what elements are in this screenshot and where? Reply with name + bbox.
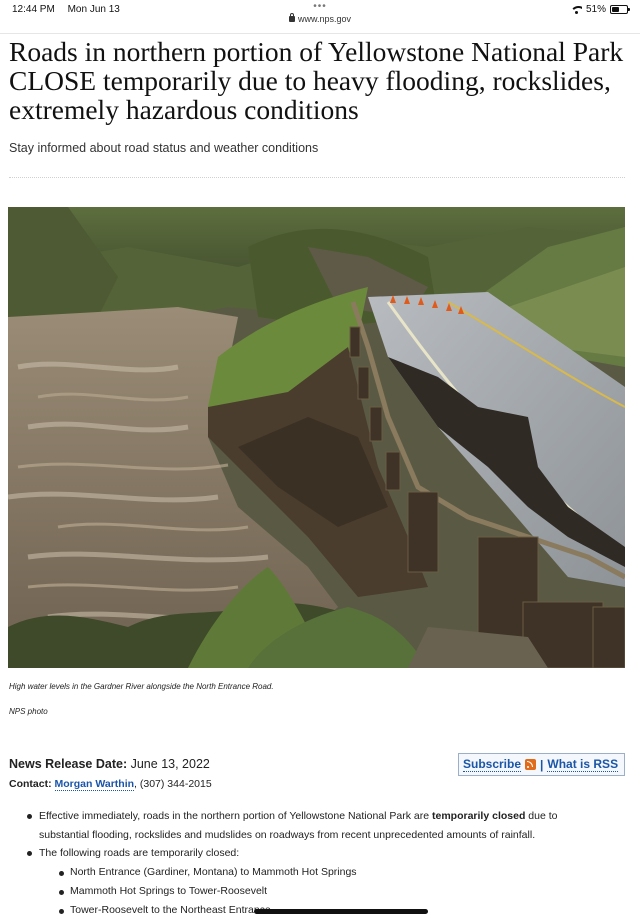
bullet-dot [59, 871, 64, 876]
bullet-dot [27, 851, 32, 856]
status-bar: 12:44 PM Mon Jun 13 ••• www.nps.gov 51% [0, 0, 640, 28]
release-date-value: June 13, 2022 [130, 757, 210, 771]
subscribe-separator: | [540, 757, 544, 772]
photo-caption: High water levels in the Gardner River a… [9, 682, 274, 691]
rss-icon[interactable] [525, 759, 537, 770]
contact-name-link[interactable]: Morgan Warthin [54, 778, 135, 791]
bullet-closure-bold: temporarily closed [432, 810, 526, 822]
subscribe-link[interactable]: Subscribe [463, 757, 522, 772]
photo-credit: NPS photo [9, 707, 48, 716]
page-title: Roads in northern portion of Yellowstone… [9, 36, 624, 125]
road-item: North Entrance (Gardiner, Montana) to Ma… [70, 866, 357, 878]
release-date: News Release Date: June 13, 2022 [9, 757, 210, 771]
bullet-roads-closed: The following roads are temporarily clos… [39, 847, 240, 859]
battery-percent: 51% [585, 4, 606, 15]
page-subtitle: Stay informed about road status and weat… [9, 141, 319, 155]
wifi-icon [570, 5, 582, 14]
bullet-closure-notice: Effective immediately, roads in the nort… [39, 807, 609, 844]
lock-icon [288, 13, 295, 22]
flood-photo-image [8, 207, 625, 668]
release-date-label: News Release Date: [9, 757, 128, 771]
url-text: www.nps.gov [297, 14, 352, 24]
bullet-dot [59, 890, 64, 895]
url-bar[interactable]: www.nps.gov [0, 13, 640, 24]
battery-fill [612, 7, 620, 12]
flood-photo [8, 207, 625, 668]
subscribe-box: Subscribe | What is RSS [458, 753, 625, 776]
battery-icon [610, 5, 630, 14]
top-divider [0, 33, 640, 34]
bullet-dot [27, 814, 32, 819]
home-indicator[interactable] [254, 909, 428, 914]
status-right: 51% [570, 4, 630, 15]
bullet-dot [59, 909, 64, 914]
road-item: Tower-Roosevelt to the Northeast Entranc… [70, 904, 271, 916]
what-is-rss-link[interactable]: What is RSS [547, 757, 619, 772]
road-item: Mammoth Hot Springs to Tower-Roosevelt [70, 885, 268, 897]
contact-phone: , (307) 344-2015 [134, 778, 212, 790]
contact-label: Contact: [9, 778, 52, 790]
title-divider [9, 177, 625, 178]
bullet-closure-text: Effective immediately, roads in the nort… [39, 810, 432, 822]
contact-line: Contact: Morgan Warthin, (307) 344-2015 [9, 778, 212, 791]
multitasking-dots[interactable]: ••• [0, 1, 640, 12]
